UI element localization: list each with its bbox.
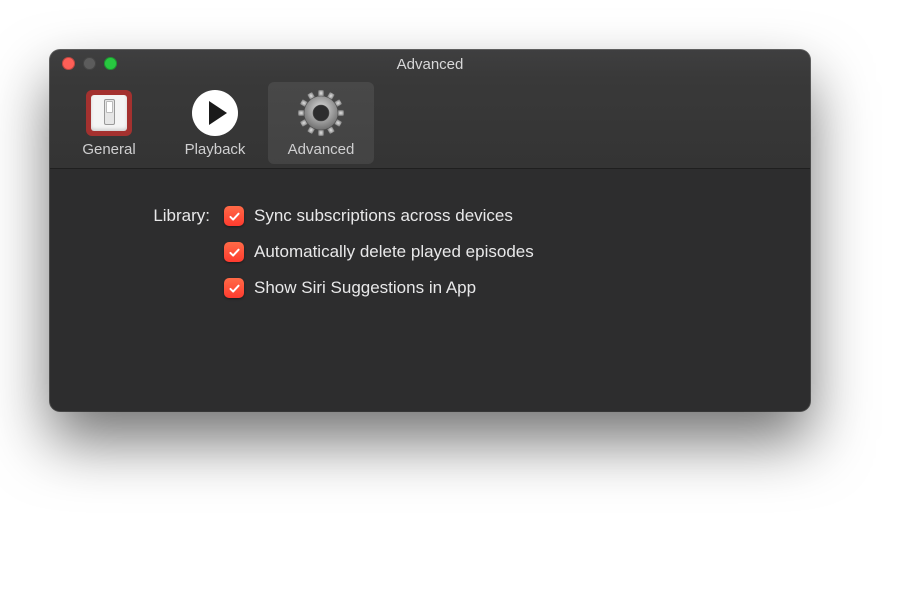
play-icon (191, 89, 239, 137)
tab-advanced-label: Advanced (288, 141, 355, 158)
zoom-window-button[interactable] (104, 57, 117, 70)
checkmark-icon (228, 246, 241, 259)
tab-playback-label: Playback (185, 141, 246, 158)
general-icon (85, 89, 133, 137)
preferences-content: Library: Sync subscriptions across devic… (50, 169, 810, 411)
titlebar: Advanced (50, 50, 810, 78)
gear-icon (297, 89, 345, 137)
option-sync-subscriptions[interactable]: Sync subscriptions across devices (224, 203, 534, 229)
window-title: Advanced (62, 56, 798, 73)
tab-playback[interactable]: Playback (162, 82, 268, 164)
checkbox-sync-subscriptions[interactable] (224, 206, 244, 226)
minimize-window-button[interactable] (83, 57, 96, 70)
tab-general[interactable]: General (56, 82, 162, 164)
preferences-window: Advanced General Playback (50, 50, 810, 411)
checkmark-icon (228, 210, 241, 223)
checkmark-icon (228, 282, 241, 295)
tab-advanced[interactable]: Advanced (268, 82, 374, 164)
library-label: Library: (90, 203, 210, 229)
checkbox-auto-delete[interactable] (224, 242, 244, 262)
option-siri-suggestions-label: Show Siri Suggestions in App (254, 275, 476, 301)
window-controls (62, 57, 117, 70)
option-siri-suggestions[interactable]: Show Siri Suggestions in App (224, 275, 534, 301)
option-sync-subscriptions-label: Sync subscriptions across devices (254, 203, 513, 229)
close-window-button[interactable] (62, 57, 75, 70)
option-auto-delete[interactable]: Automatically delete played episodes (224, 239, 534, 265)
preferences-toolbar: General Playback (50, 78, 810, 169)
checkbox-siri-suggestions[interactable] (224, 278, 244, 298)
library-options: Sync subscriptions across devices Automa… (224, 203, 534, 301)
option-auto-delete-label: Automatically delete played episodes (254, 239, 534, 265)
tab-general-label: General (82, 141, 135, 158)
library-section: Library: Sync subscriptions across devic… (90, 203, 770, 301)
